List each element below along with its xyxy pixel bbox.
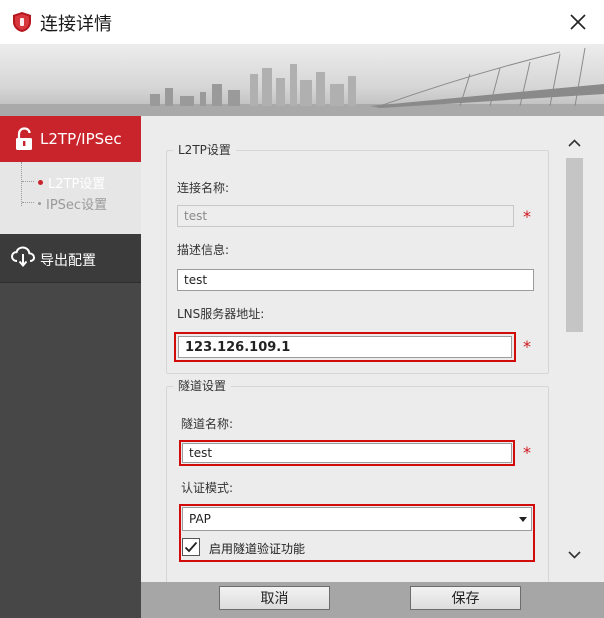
sidebar-item-label: 导出配置 xyxy=(40,253,96,269)
connection-name-input[interactable] xyxy=(177,205,514,227)
save-button[interactable]: 保存 xyxy=(410,586,521,610)
bullet-icon xyxy=(38,202,41,205)
chevron-down-icon xyxy=(519,517,527,522)
auth-mode-select[interactable]: PAP xyxy=(182,507,532,531)
tunnel-name-input[interactable] xyxy=(182,443,512,463)
cancel-button[interactable]: 取消 xyxy=(219,586,330,610)
window-title: 连接详情 xyxy=(40,14,112,35)
chevron-down-icon[interactable] xyxy=(564,540,585,570)
required-mark: * xyxy=(523,207,531,226)
cloud-download-icon xyxy=(10,246,36,267)
required-mark: * xyxy=(523,443,531,462)
subitem-label: L2TP设置 xyxy=(48,177,106,192)
sidebar: L2TP/IPSec L2TP设置 IPSec设置 导出配置 xyxy=(0,116,141,618)
tree-connector xyxy=(21,162,22,206)
sidebar-subitem-ipsec-settings[interactable]: IPSec设置 xyxy=(38,194,107,213)
shield-icon xyxy=(13,12,31,32)
checkmark-icon xyxy=(184,541,198,553)
city-skyline-image xyxy=(0,44,604,116)
tunnel-verify-checkbox[interactable] xyxy=(182,538,200,556)
description-label: 描述信息: xyxy=(177,243,230,257)
sidebar-subtree: L2TP设置 IPSec设置 xyxy=(0,162,141,234)
group-legend: L2TP设置 xyxy=(173,141,236,158)
select-value: PAP xyxy=(189,512,211,526)
tunnel-name-label: 隧道名称: xyxy=(181,417,234,431)
unlock-icon xyxy=(16,127,32,150)
scrollbar-thumb[interactable] xyxy=(566,158,583,332)
group-legend: 隧道设置 xyxy=(173,377,232,394)
sidebar-item-label: L2TP/IPSec xyxy=(40,130,122,148)
tree-connector xyxy=(22,181,34,182)
bullet-icon xyxy=(38,180,43,185)
vertical-scrollbar[interactable] xyxy=(564,116,585,582)
sidebar-subitem-l2tp-settings[interactable]: L2TP设置 xyxy=(38,173,105,192)
lns-server-input[interactable] xyxy=(178,336,512,358)
description-input[interactable] xyxy=(177,269,534,291)
button-bar: 取消 保存 xyxy=(141,582,604,618)
subitem-label: IPSec设置 xyxy=(46,198,108,213)
auth-mode-label: 认证模式: xyxy=(181,481,234,495)
tree-connector xyxy=(22,202,34,203)
chevron-up-icon[interactable] xyxy=(564,128,585,158)
sidebar-item-l2tp-ipsec[interactable]: L2TP/IPSec xyxy=(0,116,141,162)
required-mark: * xyxy=(523,337,531,356)
header-banner xyxy=(0,44,604,116)
tunnel-settings-group: 隧道设置 隧道名称: * 认证模式: PAP 启用隧道验证功能 xyxy=(166,377,549,582)
tunnel-verify-label: 启用隧道验证功能 xyxy=(209,542,306,556)
title-bar: 连接详情 xyxy=(0,0,604,44)
sidebar-item-export-config[interactable]: 导出配置 xyxy=(0,234,141,283)
settings-panel: L2TP设置 连接名称: * 描述信息: LNS服务器地址: * 隧道设置 隧道… xyxy=(141,116,604,582)
lns-server-label: LNS服务器地址: xyxy=(177,307,265,321)
l2tp-settings-group: L2TP设置 连接名称: * 描述信息: LNS服务器地址: * xyxy=(166,141,549,374)
connection-name-label: 连接名称: xyxy=(177,181,230,195)
close-icon[interactable] xyxy=(562,6,594,38)
